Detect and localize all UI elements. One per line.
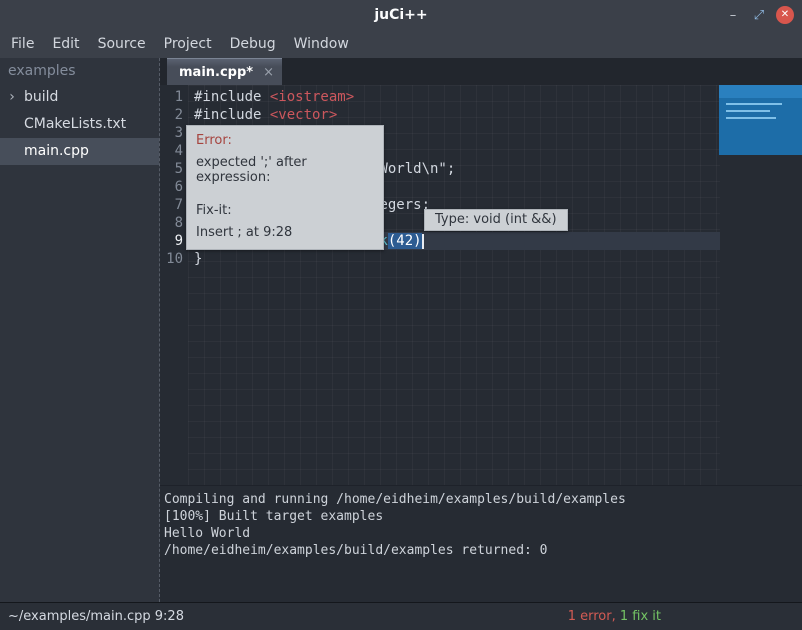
- overview-panel-line: [726, 110, 770, 112]
- terminal-output[interactable]: Compiling and running /home/eidheim/exam…: [160, 485, 802, 602]
- code-line[interactable]: }: [188, 250, 720, 268]
- line-number: 10: [160, 250, 188, 268]
- tree-item-label: build: [20, 84, 58, 111]
- fixit-tooltip-message: Insert ; at 9:28: [196, 225, 374, 240]
- overview-panel-line: [726, 103, 782, 105]
- titlebar[interactable]: juCi++ – ⤢ ✕: [0, 0, 802, 31]
- status-error-count: 1 error: [568, 609, 612, 624]
- menu-item-project[interactable]: Project: [155, 30, 221, 58]
- sidebar: examples ›buildCMakeLists.txtmain.cpp: [0, 58, 160, 602]
- tab-close-icon[interactable]: ×: [263, 65, 274, 80]
- tab-label: main.cpp*: [179, 65, 253, 80]
- line-number-gutter: 12345678910: [160, 88, 188, 268]
- menu-item-source[interactable]: Source: [89, 30, 155, 58]
- text-cursor: [422, 234, 424, 249]
- code-text: #include: [194, 107, 270, 123]
- code-line[interactable]: #include <vector>: [188, 106, 720, 124]
- tree-item-main.cpp[interactable]: main.cpp: [0, 138, 159, 165]
- terminal-line: [100%] Built target examples: [164, 508, 802, 525]
- terminal-line: Hello World: [164, 525, 802, 542]
- menu-item-file[interactable]: File: [2, 30, 43, 58]
- error-tooltip-message: expected ';' after expression:: [196, 155, 374, 185]
- tree-item-label: CMakeLists.txt: [0, 111, 126, 138]
- maximize-icon[interactable]: ⤢: [746, 8, 772, 23]
- editor: 12345678910 #include <iostream>#include …: [160, 85, 802, 485]
- menu-item-edit[interactable]: Edit: [43, 30, 88, 58]
- code-text: #include: [194, 89, 270, 105]
- project-name: examples: [0, 58, 159, 84]
- line-number: 4: [160, 142, 188, 160]
- line-number: 1: [160, 88, 188, 106]
- code-text: <iostream>: [270, 89, 354, 105]
- overview-panel-band: [719, 85, 802, 98]
- terminal-line: /home/eidheim/examples/build/examples re…: [164, 542, 802, 559]
- terminal-line: Compiling and running /home/eidheim/exam…: [164, 491, 802, 508]
- chevron-right-icon[interactable]: ›: [4, 84, 20, 111]
- status-diagnostics: 1 error, 1 fix it: [568, 603, 661, 630]
- menu-item-debug[interactable]: Debug: [221, 30, 285, 58]
- overview-panel-line: [726, 117, 776, 119]
- code-line[interactable]: #include <iostream>: [188, 88, 720, 106]
- tree-item-cmakelists.txt[interactable]: CMakeLists.txt: [0, 111, 159, 138]
- selected-text: (42): [388, 233, 422, 249]
- overview-panel: [719, 85, 802, 155]
- type-tooltip: Type: void (int &&): [424, 209, 568, 231]
- error-tooltip-title: Error:: [196, 133, 374, 148]
- status-file-path: ~/examples/main.cpp 9:28: [8, 603, 184, 630]
- code-text: }: [194, 251, 202, 267]
- tree-item-label: main.cpp: [0, 138, 89, 165]
- window-controls: – ⤢ ✕: [720, 0, 802, 30]
- status-separator: ,: [612, 609, 620, 624]
- close-icon[interactable]: ✕: [776, 6, 794, 24]
- file-tree: ›buildCMakeLists.txtmain.cpp: [0, 84, 159, 165]
- error-tooltip: Error: expected ';' after expression: Fi…: [186, 125, 384, 250]
- code-text: <vector>: [270, 107, 337, 123]
- menubar: FileEditSourceProjectDebugWindow: [0, 30, 802, 58]
- line-number: 6: [160, 178, 188, 196]
- line-number: 3: [160, 124, 188, 142]
- minimize-icon[interactable]: –: [720, 8, 746, 23]
- app-window: juCi++ – ⤢ ✕ FileEditSourceProjectDebugW…: [0, 0, 802, 630]
- status-fixit-count: 1 fix it: [620, 609, 661, 624]
- line-number: 7: [160, 196, 188, 214]
- line-number: 8: [160, 214, 188, 232]
- tree-item-build[interactable]: ›build: [0, 84, 159, 111]
- menu-item-window[interactable]: Window: [285, 30, 358, 58]
- tabbar: main.cpp* ×: [160, 58, 802, 85]
- line-number: 9: [160, 232, 188, 250]
- statusbar: ~/examples/main.cpp 9:28 1 error, 1 fix …: [0, 602, 802, 630]
- fixit-tooltip-title: Fix-it:: [196, 203, 374, 218]
- tab-main-cpp[interactable]: main.cpp* ×: [167, 58, 282, 85]
- line-number: 2: [160, 106, 188, 124]
- window-title: juCi++: [0, 0, 802, 30]
- line-number: 5: [160, 160, 188, 178]
